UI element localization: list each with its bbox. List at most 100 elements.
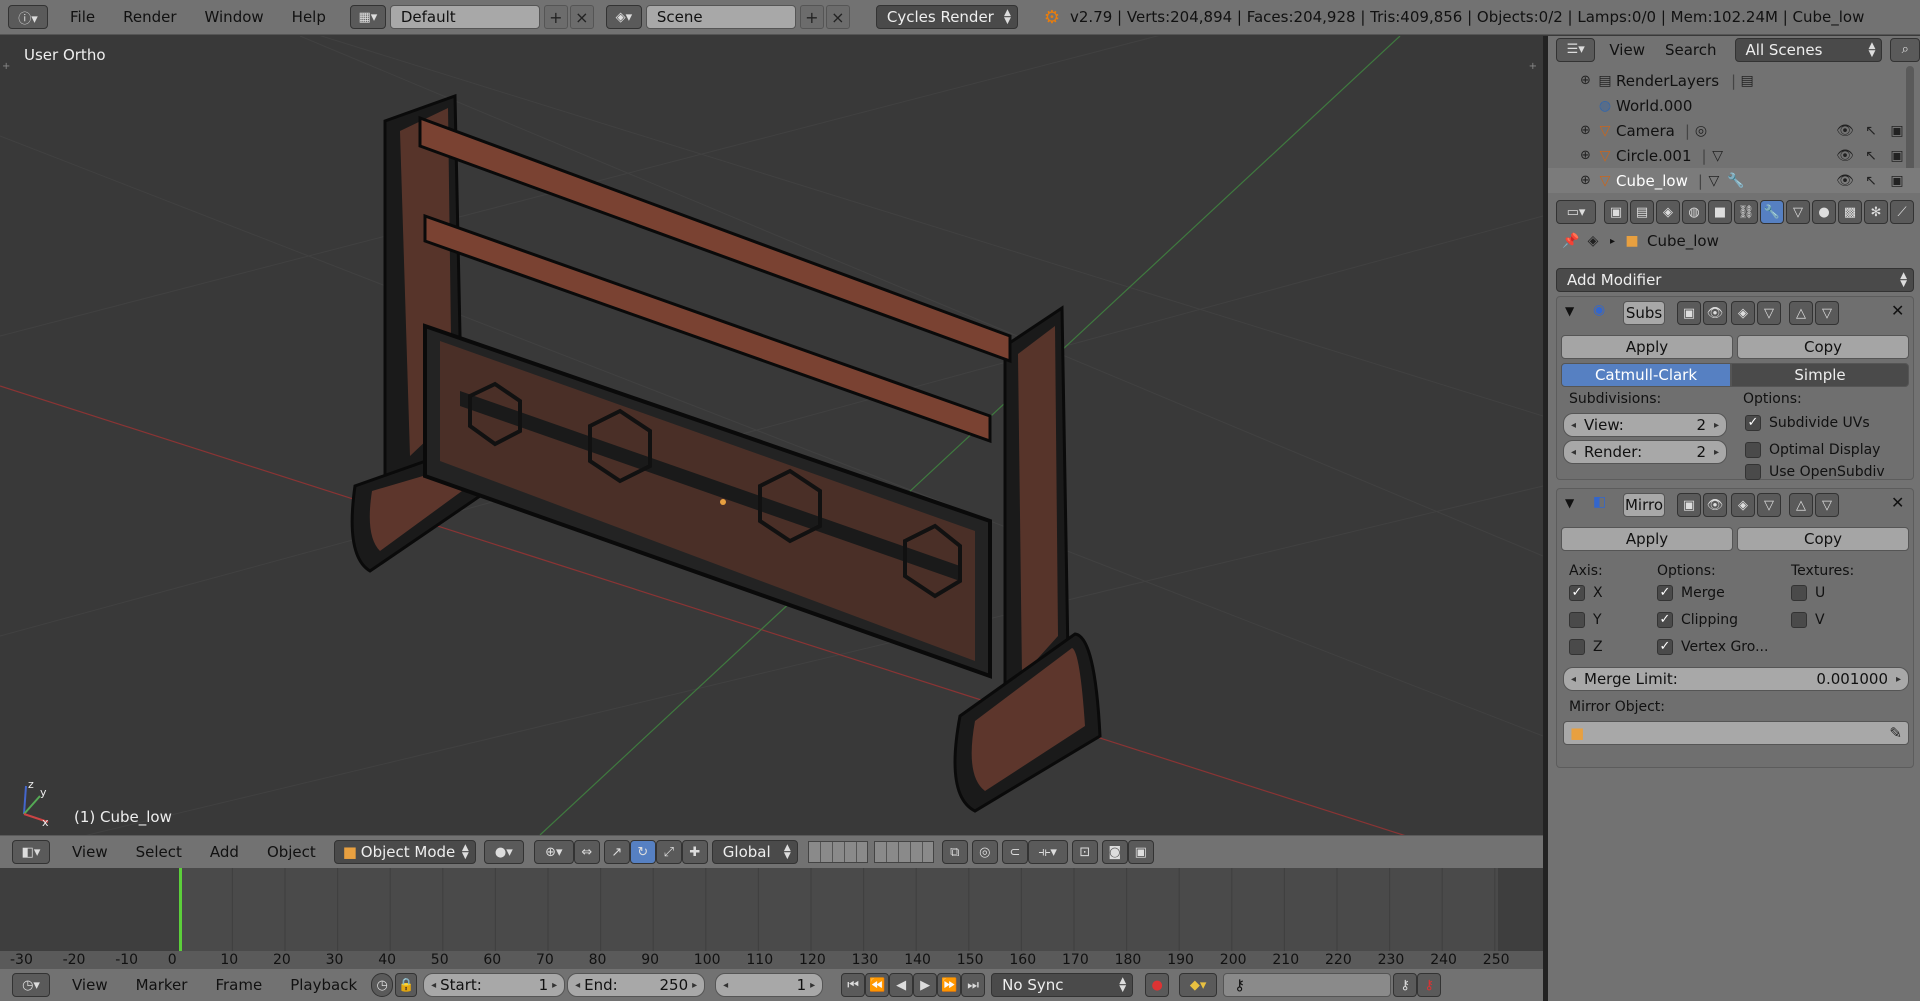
selectable-cursor-icon[interactable]: ↖	[1860, 170, 1882, 192]
add-layout-button[interactable]: +	[543, 5, 568, 29]
layout-name-field[interactable]: Default	[389, 5, 540, 29]
material-tab-icon[interactable]: ●	[1812, 200, 1836, 224]
cube-low-mesh[interactable]	[350, 93, 1102, 813]
mirror-apply-button[interactable]: Apply	[1561, 527, 1733, 551]
particles-tab-icon[interactable]: ✻	[1864, 200, 1888, 224]
simple-tab[interactable]: Simple	[1731, 363, 1909, 387]
pin-icon[interactable]: 📌	[1560, 230, 1582, 252]
scene-icon[interactable]: ◈▾	[605, 5, 642, 29]
add-scene-button[interactable]: +	[799, 5, 824, 29]
menu-add[interactable]: Add	[196, 843, 253, 861]
object-tab-icon[interactable]: ■	[1708, 200, 1732, 224]
render-levels-field[interactable]: ◂ Render: 2 ▸	[1563, 440, 1727, 464]
axis-x-checkbox[interactable]: ✓	[1569, 585, 1585, 601]
render-toggle-icon[interactable]: ▣	[1677, 301, 1701, 325]
properties-shelf-toggle-icon[interactable]: +	[1529, 61, 1537, 72]
outliner-menu-view[interactable]: View	[1595, 41, 1659, 59]
screen-layout-icon[interactable]: ▦▾	[349, 5, 386, 29]
outliner-row-cube-low[interactable]: ⊕ ▽ Cube_low | ▽ 🔧 👁 ↖ ▣	[1548, 168, 1920, 193]
renderable-camera-icon[interactable]: ▣	[1886, 120, 1908, 142]
delete-keyframe-icon[interactable]: ⚷	[1417, 973, 1442, 997]
outliner-row-camera[interactable]: ⊕ ▽ Camera | ◎ 👁 ↖ ▣	[1548, 118, 1920, 143]
move-down-icon[interactable]: ▽	[1815, 493, 1839, 517]
modifiers-tab-icon[interactable]: 🔧	[1760, 200, 1784, 224]
menu-render[interactable]: Render	[109, 8, 190, 26]
jump-keyframe-forward-icon[interactable]: ⏩	[937, 973, 962, 997]
merge-limit-field[interactable]: ◂ Merge Limit: 0.001000 ▸	[1563, 667, 1909, 691]
viewport-shading-icon[interactable]: ●▾	[483, 840, 524, 864]
texture-u-checkbox[interactable]	[1791, 585, 1807, 601]
texture-v-checkbox[interactable]	[1791, 612, 1807, 628]
outliner-row-renderlayers[interactable]: ⊕ ▤ RenderLayers | ▤	[1548, 68, 1920, 93]
render-layers-tab-icon[interactable]: ▤	[1630, 200, 1654, 224]
merge-checkbox[interactable]: ✓	[1657, 585, 1673, 601]
snap-toggle-icon[interactable]: ⊂	[1001, 840, 1028, 864]
editmode-toggle-icon[interactable]: ◈	[1731, 301, 1755, 325]
cage-toggle-icon[interactable]: ▽	[1757, 301, 1781, 325]
collapse-arrow-icon[interactable]: ▼	[1565, 304, 1574, 318]
collapse-arrow-icon[interactable]: ▼	[1565, 496, 1574, 510]
subsurf-copy-button[interactable]: Copy	[1737, 335, 1909, 359]
texture-tab-icon[interactable]: ▩	[1838, 200, 1862, 224]
visibility-eye-icon[interactable]: 👁	[1834, 120, 1856, 142]
move-up-icon[interactable]: △	[1789, 301, 1813, 325]
subsurf-name-field[interactable]: Subs	[1623, 301, 1665, 325]
jump-keyframe-back-icon[interactable]: ⏪	[865, 973, 890, 997]
outliner-search-icon[interactable]: ⌕	[1890, 37, 1920, 62]
start-frame-field[interactable]: ◂ Start: 1 ▸	[423, 973, 566, 997]
editor-type-3d-icon[interactable]: ◧▾	[12, 840, 50, 864]
opengl-animation-icon[interactable]: ▣	[1127, 840, 1154, 864]
lock-layers-icon[interactable]: ⧉	[941, 840, 968, 864]
subsurf-apply-button[interactable]: Apply	[1561, 335, 1733, 359]
viewport-toggle-icon[interactable]: 👁	[1703, 493, 1727, 517]
subdivide-uvs-checkbox[interactable]: ✓	[1745, 415, 1761, 431]
eyedropper-icon[interactable]: ✎	[1889, 724, 1902, 742]
scale-manipulator-icon[interactable]: ⤢	[655, 840, 682, 864]
menu-object[interactable]: Object	[253, 843, 330, 861]
catmull-clark-tab[interactable]: Catmull-Clark	[1561, 363, 1731, 387]
transform-manipulator-toggle-icon[interactable]: ⇔	[573, 840, 600, 864]
outliner-row-circle[interactable]: ⊕ ▽ Circle.001 | ▽ 👁 ↖ ▣	[1548, 143, 1920, 168]
record-icon[interactable]: ●	[1145, 973, 1170, 997]
info-editor-type-button[interactable]: ⓘ▾	[8, 5, 48, 29]
jump-end-icon[interactable]: ⏭	[961, 973, 986, 997]
visibility-eye-icon[interactable]: 👁	[1834, 170, 1856, 192]
menu-help[interactable]: Help	[278, 8, 340, 26]
axis-z-checkbox[interactable]	[1569, 639, 1585, 655]
selectable-cursor-icon[interactable]: ↖	[1860, 120, 1882, 142]
timeline-area[interactable]: -30 -20 -10 0 10 20 30 40 50 60 70 80 90 100 110 120 130…	[0, 868, 1543, 969]
view-levels-field[interactable]: ◂ View: 2 ▸	[1563, 413, 1727, 437]
proportional-edit-icon[interactable]: ◎	[971, 840, 998, 864]
snap-element-icon[interactable]: ⟛▾	[1027, 840, 1068, 864]
remove-layout-button[interactable]: ×	[569, 5, 594, 29]
optimal-display-checkbox[interactable]	[1745, 442, 1761, 458]
render-toggle-icon[interactable]: ▣	[1677, 493, 1701, 517]
axis-y-checkbox[interactable]	[1569, 612, 1585, 628]
move-up-icon[interactable]: △	[1789, 493, 1813, 517]
outliner-row-world[interactable]: ◍ World.000	[1548, 93, 1920, 118]
preview-range-icon[interactable]: ◷	[371, 973, 394, 997]
selectable-cursor-icon[interactable]: ↖	[1860, 145, 1882, 167]
physics-tab-icon[interactable]: ⟋	[1890, 200, 1914, 224]
snap-target-icon[interactable]: ⊡	[1071, 840, 1098, 864]
sync-mode-dropdown[interactable]: No Sync ▲ ▼	[991, 973, 1134, 997]
clipping-checkbox[interactable]: ✓	[1657, 612, 1673, 628]
mode-dropdown[interactable]: ■ Object Mode ▲ ▼	[333, 840, 476, 864]
vertex-groups-checkbox[interactable]: ✓	[1657, 639, 1673, 655]
outliner-editor-type-icon[interactable]: ☰▾	[1556, 37, 1596, 62]
add-modifier-dropdown[interactable]: Add Modifier ▲ ▼	[1556, 268, 1914, 292]
constraints-tab-icon[interactable]: ⛓	[1734, 200, 1758, 224]
menu-window[interactable]: Window	[191, 8, 278, 26]
pivot-point-icon[interactable]: ⊕▾	[533, 840, 574, 864]
current-frame-field[interactable]: ◂ 1 ▸	[715, 973, 824, 997]
rotate-manipulator-icon[interactable]: ↻	[629, 840, 656, 864]
end-frame-field[interactable]: ◂ End: 250 ▸	[567, 973, 706, 997]
combined-manipulator-icon[interactable]: ✚	[681, 840, 708, 864]
viewport-toggle-icon[interactable]: 👁	[1703, 301, 1727, 325]
keying-icon[interactable]: ◆▾	[1179, 973, 1218, 997]
timeline-ruler[interactable]: -30 -20 -10 0 10 20 30 40 50 60 70 80 90 100 110 120 130…	[0, 951, 1543, 969]
scene-tab-icon[interactable]: ◈	[1656, 200, 1680, 224]
menu-file[interactable]: File	[56, 8, 109, 26]
properties-editor-type-icon[interactable]: ▭▾	[1556, 200, 1596, 224]
world-tab-icon[interactable]: ◍	[1682, 200, 1706, 224]
